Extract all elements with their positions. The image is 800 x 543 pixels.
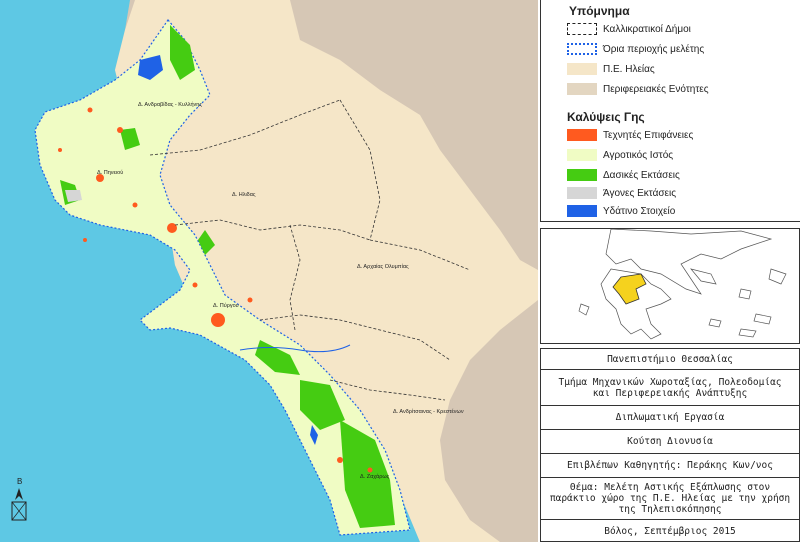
legend-item-forest: Δασικές Εκτάσεις [567, 168, 680, 182]
locator-svg [541, 229, 799, 343]
author: Κούτση Διονυσία [541, 429, 799, 453]
label-pyrgos: Δ. Πύργου [213, 302, 239, 309]
place-date: Βόλος, Σεπτέμβριος 2015 [541, 519, 799, 543]
legend-item-water: Υδάτινο Στοιχείο [567, 204, 675, 218]
label-andritsaina: Δ. Ανδρίτσαινας - Κρεστένων [393, 408, 464, 415]
study-area-map[interactable]: Δ. Ανδραβίδας - Κυλλήνης Δ. Πηνειού Δ. Η… [0, 0, 538, 542]
barren-land [65, 190, 82, 202]
legend-title: Υπόμνημα [569, 4, 630, 18]
university-name: Πανεπιστήμιο Θεσσαλίας [607, 353, 733, 365]
legend-item-agricultural: Αγροτικός Ιστός [567, 148, 673, 162]
label-pineios: Δ. Πηνειού [97, 169, 123, 176]
label-archaia-olympia: Δ. Αρχαίας Ολυμπίας [357, 264, 409, 270]
greece-locator-map [540, 228, 800, 344]
thesis-type: Διπλωματική Εργασία [541, 405, 799, 429]
map-legend: Υπόμνημα Καλλικρατικοί Δήμοι Όρια περιοχ… [540, 0, 800, 222]
dotted-boundary-swatch [567, 43, 597, 55]
legend-item-elia: Π.Ε. Ηλείας [567, 62, 655, 76]
legend-item-study-area: Όρια περιοχής μελέτης [567, 42, 704, 56]
supervisor: Επιβλέπων Καθηγητής: Περάκης Κων/νος [541, 453, 799, 477]
label-zacharo: Δ. Ζαχάρως [360, 473, 390, 480]
department: Τμήμα Μηχανικών Χωροταξίας, Πολεοδομίας … [541, 369, 799, 405]
label-andravida: Δ. Ανδραβίδας - Κυλλήνης [138, 101, 202, 108]
legend-item-regional-units: Περιφερειακές Ενότητες [567, 82, 709, 96]
svg-text:Β: Β [17, 477, 22, 486]
dashed-boundary-swatch [567, 23, 597, 35]
title-block: Πανεπιστήμιο Θεσσαλίας Τμήμα Μηχανικών Χ… [540, 348, 800, 542]
legend-item-barren: Άγονες Εκτάσεις [567, 186, 676, 200]
landcover-title: Καλύψεις Γης [567, 110, 645, 124]
regional-units-swatch [567, 83, 597, 95]
legend-item-artificial: Τεχνητές Επιφάνειες [567, 128, 693, 142]
legend-item-municipalities: Καλλικρατικοί Δήμοι [567, 22, 691, 36]
label-ilida: Δ. Ηλιδας [232, 192, 256, 198]
thesis-topic: Θέμα: Μελέτη Αστικής Εξάπλωσης στον παρά… [541, 477, 799, 519]
elia-swatch [567, 63, 597, 75]
